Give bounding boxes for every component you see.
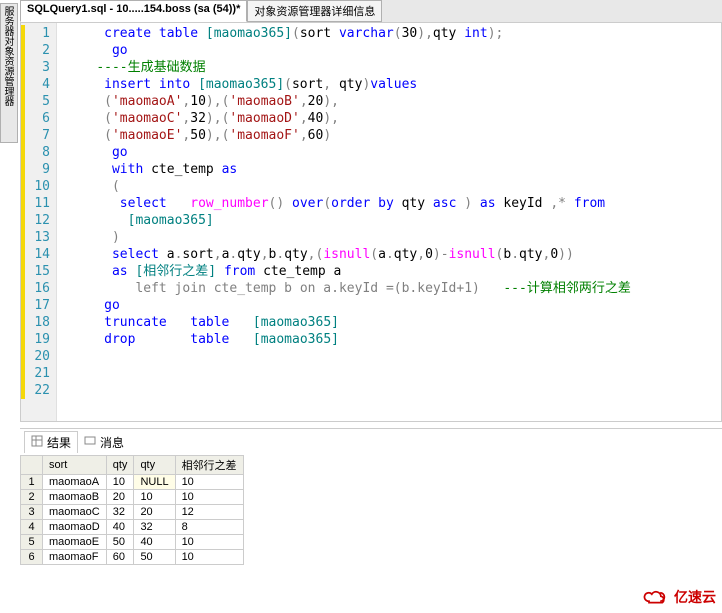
document-tabs: SQLQuery1.sql - 10.....154.boss (sa (54)… — [20, 0, 722, 22]
column-header[interactable]: qty — [106, 456, 134, 475]
cell[interactable]: NULL — [134, 475, 175, 490]
code-editor[interactable]: 12345678910111213141516171819202122 crea… — [20, 22, 722, 422]
cell[interactable]: 6 — [21, 550, 43, 565]
cell[interactable]: 40 — [134, 535, 175, 550]
cell[interactable]: 10 — [175, 535, 243, 550]
cell[interactable]: maomaoC — [43, 505, 107, 520]
cell[interactable]: 3 — [21, 505, 43, 520]
message-icon — [84, 435, 96, 450]
column-header[interactable]: qty — [134, 456, 175, 475]
column-header[interactable]: sort — [43, 456, 107, 475]
cell[interactable]: 40 — [106, 520, 134, 535]
grid-icon — [31, 435, 43, 450]
cell[interactable]: 12 — [175, 505, 243, 520]
result-tab-0[interactable]: 结果 — [24, 431, 78, 453]
document-tab-0[interactable]: SQLQuery1.sql - 10.....154.boss (sa (54)… — [20, 0, 247, 22]
table-row[interactable]: 6maomaoF605010 — [21, 550, 244, 565]
results-tabs: 结果消息 — [20, 429, 722, 455]
cell[interactable]: maomaoE — [43, 535, 107, 550]
column-header[interactable] — [21, 456, 43, 475]
result-tab-1[interactable]: 消息 — [78, 431, 130, 453]
table-row[interactable]: 3maomaoC322012 — [21, 505, 244, 520]
cell[interactable]: 8 — [175, 520, 243, 535]
table-row[interactable]: 1maomaoA10NULL10 — [21, 475, 244, 490]
cell[interactable]: 32 — [106, 505, 134, 520]
code-area[interactable]: create table [maomao365](sort varchar(30… — [57, 23, 721, 421]
cell[interactable]: 4 — [21, 520, 43, 535]
side-panel-tab[interactable]: 服务器对象资源管理器 — [0, 3, 18, 143]
cell[interactable]: 10 — [106, 475, 134, 490]
cell[interactable]: 32 — [134, 520, 175, 535]
cell[interactable]: maomaoF — [43, 550, 107, 565]
cell[interactable]: maomaoB — [43, 490, 107, 505]
cell[interactable]: 50 — [134, 550, 175, 565]
cell[interactable]: 20 — [106, 490, 134, 505]
results-pane: 结果消息 sortqtyqty相邻行之差1maomaoA10NULL102mao… — [20, 428, 722, 565]
cell[interactable]: 10 — [134, 490, 175, 505]
cell[interactable]: 10 — [175, 490, 243, 505]
cell[interactable]: 10 — [175, 475, 243, 490]
cell[interactable]: 20 — [134, 505, 175, 520]
cell[interactable]: maomaoA — [43, 475, 107, 490]
table-row[interactable]: 2maomaoB201010 — [21, 490, 244, 505]
cell[interactable]: 50 — [106, 535, 134, 550]
table-row[interactable]: 4maomaoD40328 — [21, 520, 244, 535]
cell[interactable]: 60 — [106, 550, 134, 565]
line-number-gutter: 12345678910111213141516171819202122 — [21, 23, 57, 421]
watermark: 亿速云 — [642, 587, 716, 607]
cell[interactable]: 5 — [21, 535, 43, 550]
results-grid[interactable]: sortqtyqty相邻行之差1maomaoA10NULL102maomaoB2… — [20, 455, 244, 565]
table-row[interactable]: 5maomaoE504010 — [21, 535, 244, 550]
cloud-icon — [642, 588, 670, 606]
cell[interactable]: 2 — [21, 490, 43, 505]
document-tab-1[interactable]: 对象资源管理器详细信息 — [247, 0, 382, 22]
cell[interactable]: 1 — [21, 475, 43, 490]
column-header[interactable]: 相邻行之差 — [175, 456, 243, 475]
cell[interactable]: maomaoD — [43, 520, 107, 535]
cell[interactable]: 10 — [175, 550, 243, 565]
